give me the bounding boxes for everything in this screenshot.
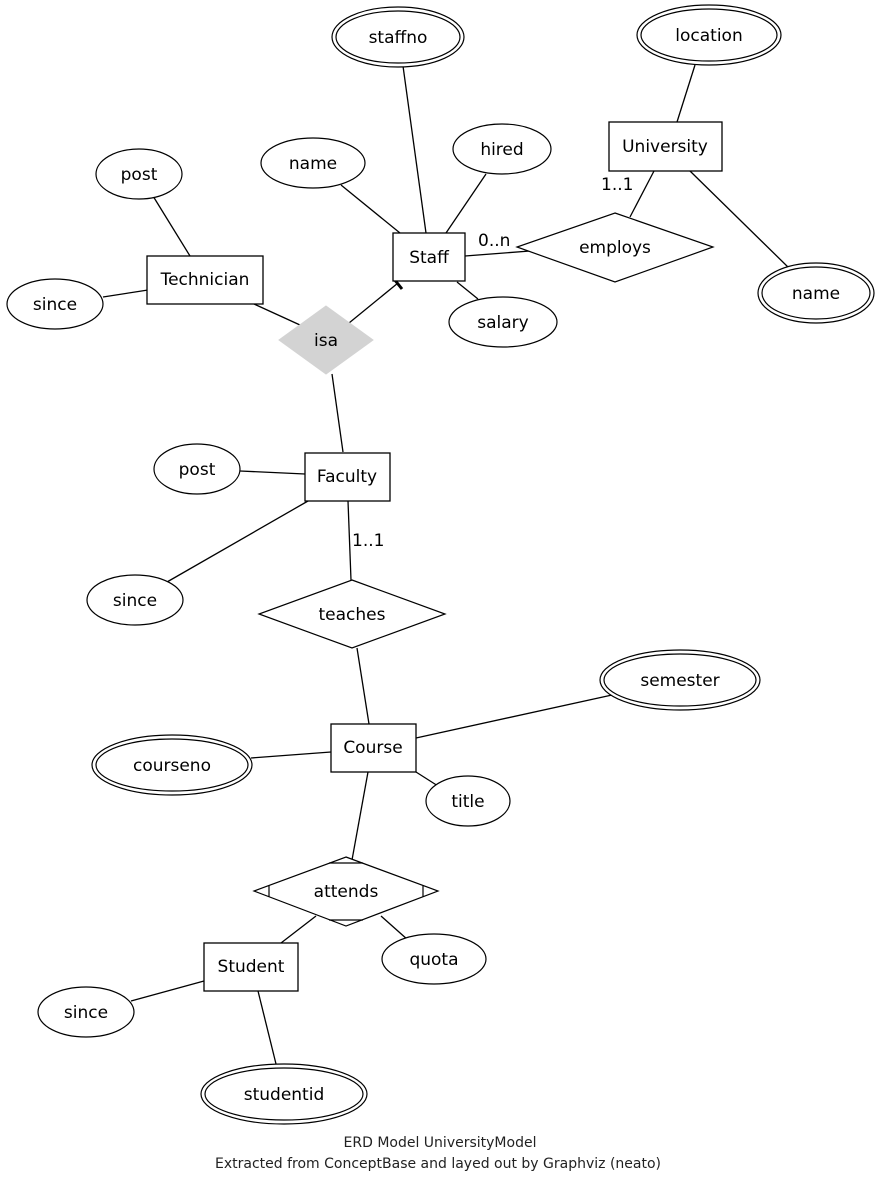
caption-line-2: Extracted from ConceptBase and layed out… xyxy=(215,1156,661,1172)
edge-attends-quota xyxy=(380,915,409,941)
edge-course-semester xyxy=(415,694,613,739)
attribute-faculty-post[interactable]: post xyxy=(153,443,241,495)
label-university-employs: 1..1 xyxy=(601,175,633,195)
attribute-faculty-since-label: since xyxy=(113,591,157,611)
attribute-salary[interactable]: salary xyxy=(448,296,558,348)
attribute-studentid[interactable]: studentid xyxy=(200,1063,368,1125)
attribute-faculty-post-label: post xyxy=(179,460,216,480)
entity-technician[interactable]: Technician xyxy=(146,255,264,305)
entity-faculty[interactable]: Faculty xyxy=(304,452,391,502)
edge-staff-employs xyxy=(464,250,531,257)
attribute-courseno-label: courseno xyxy=(133,756,211,776)
entity-staff[interactable]: Staff xyxy=(392,232,466,282)
entity-technician-label: Technician xyxy=(160,270,250,290)
relationship-teaches[interactable]: teaches xyxy=(257,579,447,649)
attribute-staffno-label: staffno xyxy=(369,28,428,48)
attribute-technician-post-label: post xyxy=(121,165,158,185)
attribute-title[interactable]: title xyxy=(425,775,511,827)
edge-isa-staff xyxy=(348,282,399,324)
edge-staff-staffno xyxy=(402,65,427,234)
attribute-university-name[interactable]: name xyxy=(757,262,875,324)
attribute-technician-since[interactable]: since xyxy=(6,278,104,330)
relationship-isa[interactable]: isa xyxy=(278,305,374,375)
edge-staff-name xyxy=(340,184,401,234)
relationship-attends[interactable]: attends xyxy=(252,856,440,927)
attribute-semester[interactable]: semester xyxy=(599,649,761,711)
edge-student-since xyxy=(130,980,205,1002)
attribute-quota[interactable]: quota xyxy=(381,933,487,985)
edge-attends-student xyxy=(280,915,317,944)
entity-course-label: Course xyxy=(343,738,402,758)
label-faculty-teaches: 1..1 xyxy=(352,531,384,551)
attribute-student-since[interactable]: since xyxy=(37,986,135,1038)
edges xyxy=(102,64,791,1069)
attribute-university-name-label: name xyxy=(792,284,840,304)
entity-university-label: University xyxy=(622,137,708,157)
attribute-quota-label: quota xyxy=(409,950,458,970)
attribute-student-since-label: since xyxy=(64,1003,108,1023)
attribute-hired[interactable]: hired xyxy=(452,123,552,175)
edge-staff-salary xyxy=(456,281,479,300)
edge-course-title xyxy=(415,771,439,787)
er-diagram: 0..n 1..1 1..1 Staff University Technici… xyxy=(6,4,875,1172)
edge-teaches-course xyxy=(356,647,370,725)
edge-course-courseno xyxy=(250,751,332,759)
relationship-attends-label: attends xyxy=(314,882,379,902)
edge-university-employs xyxy=(629,170,655,218)
caption-line-1: ERD Model UniversityModel xyxy=(344,1135,537,1151)
entity-student-label: Student xyxy=(218,957,285,977)
attribute-staff-name-label: name xyxy=(289,154,337,174)
entity-course[interactable]: Course xyxy=(330,723,417,773)
edge-technician-since xyxy=(102,289,149,298)
attribute-salary-label: salary xyxy=(477,313,528,333)
entity-student[interactable]: Student xyxy=(203,942,299,992)
edge-isa-faculty xyxy=(331,373,344,453)
attribute-location[interactable]: location xyxy=(636,4,782,66)
entity-university[interactable]: University xyxy=(608,121,723,172)
relationship-isa-label: isa xyxy=(314,331,338,351)
edge-faculty-since xyxy=(166,500,309,583)
relationship-employs-label: employs xyxy=(579,238,651,258)
attribute-hired-label: hired xyxy=(480,140,523,160)
edge-student-studentid xyxy=(257,990,278,1069)
entity-staff-label: Staff xyxy=(409,248,450,268)
relationship-teaches-label: teaches xyxy=(319,605,386,625)
attribute-studentid-label: studentid xyxy=(244,1085,325,1105)
attribute-semester-label: semester xyxy=(640,671,719,691)
edge-university-location xyxy=(676,64,696,123)
edge-faculty-post xyxy=(239,470,306,475)
attribute-technician-post[interactable]: post xyxy=(95,148,183,200)
relationship-employs[interactable]: employs xyxy=(515,212,715,283)
attribute-faculty-since[interactable]: since xyxy=(86,574,184,626)
entity-faculty-label: Faculty xyxy=(317,467,377,487)
label-staff-employs: 0..n xyxy=(478,231,510,251)
attribute-staffno[interactable]: staffno xyxy=(331,6,465,68)
edge-university-name xyxy=(689,170,791,270)
attribute-courseno[interactable]: courseno xyxy=(91,734,253,796)
attribute-technician-since-label: since xyxy=(33,295,77,315)
attribute-staff-name[interactable]: name xyxy=(260,137,366,189)
edge-faculty-teaches xyxy=(347,500,352,581)
attribute-location-label: location xyxy=(675,26,742,46)
attribute-title-label: title xyxy=(451,792,484,812)
edge-technician-post xyxy=(152,195,191,257)
edge-course-attends xyxy=(351,771,369,861)
edge-staff-hired xyxy=(445,173,487,234)
edge-technician-isa xyxy=(253,303,301,326)
